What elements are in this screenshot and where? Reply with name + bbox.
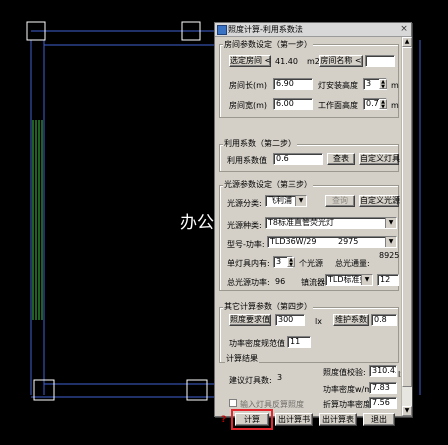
room-name-input[interactable] — [365, 55, 395, 67]
chevron-down-icon[interactable]: ▼ — [295, 196, 306, 206]
model-power-value2: 2975 — [338, 237, 359, 246]
scrollbar-thumb[interactable] — [402, 47, 412, 387]
converted-density-value[interactable]: 7.56 — [369, 397, 397, 409]
cad-room-label: 办公 — [180, 213, 214, 233]
illuminance-check-label: 照度值校验: — [323, 368, 366, 377]
illuminance-check-value[interactable]: 310.43 — [369, 365, 397, 377]
density-norm-label: 功率密度规范值 — [229, 339, 285, 348]
maintenance-factor-button[interactable]: 维护系数 — [333, 314, 369, 326]
scroll-down-icon[interactable]: ▼ — [402, 406, 412, 416]
reverse-calc-checkbox[interactable] — [229, 399, 237, 407]
illuminance-requirement-input[interactable]: 300 — [275, 314, 305, 326]
lookup-table-button[interactable]: 查表 — [327, 153, 355, 165]
lamp-count-label: 单灯具内有: — [227, 259, 270, 268]
custom-source-button[interactable]: 自定义光源 — [359, 195, 400, 207]
suggested-lamps-value: 3 — [277, 373, 283, 382]
result-title: 计算结果 — [225, 353, 259, 364]
source-type-label: 光源分类: — [227, 199, 262, 208]
total-power-value: 96 — [275, 277, 286, 286]
room-area-unit: m2 — [307, 57, 320, 66]
dialog-main: 房间参数设定（第一步） 选定房间 < 41.40 m2 房间名称 < 房间长(m… — [215, 37, 405, 430]
lamp-height-label: 灯安装高度 — [318, 81, 358, 90]
close-icon[interactable]: × — [399, 24, 409, 34]
other-params-title: 其它计算参数（第四步） — [223, 301, 313, 312]
room-length-input[interactable]: 6.90 — [273, 78, 313, 90]
total-flux-label: 总光通量: — [335, 259, 370, 268]
calculate-button-highlight — [231, 409, 273, 430]
chevron-down-icon[interactable]: ▼ — [361, 275, 372, 285]
export-calc-table-button[interactable]: 出计算表 — [319, 413, 357, 426]
room-width-label: 房间宽(m) — [229, 101, 268, 110]
illuminance-dialog: 照度计算-利用系数法 × 房间参数设定（第一步） 选定房间 < 41.40 m2… — [214, 22, 412, 430]
room-length-label: 房间长(m) — [229, 81, 268, 90]
density-norm-input[interactable]: 11 — [287, 336, 311, 348]
source-kind-value: T8标准直管荧光灯 — [268, 218, 334, 227]
ballast-extra-input[interactable]: 12 — [377, 274, 399, 286]
dialog-title: 照度计算-利用系数法 — [228, 25, 303, 34]
utilization-title: 利用系数（第二步） — [223, 138, 297, 149]
lamp-height-unit: m — [391, 81, 399, 90]
maintenance-factor-input[interactable]: 0.8 — [371, 314, 397, 326]
dialog-title-bar[interactable]: 照度计算-利用系数法 × — [215, 23, 411, 37]
lamp-count-unit: 个光源 — [299, 259, 323, 268]
query-button[interactable]: 查询 — [325, 195, 355, 207]
ballast-label: 镇流器 — [301, 278, 325, 287]
lamp-count-spinner[interactable]: ▲ ▼ — [287, 257, 295, 268]
room-width-input[interactable]: 6.00 — [273, 98, 313, 110]
utilization-input[interactable]: 0.6 — [273, 153, 323, 165]
help-icon[interactable]: ? — [221, 415, 226, 425]
light-source-title: 光源参数设定（第三步） — [223, 179, 313, 190]
ballast-select[interactable]: TLD标准型 ▼ — [325, 274, 373, 286]
illuminance-unit: lx — [315, 317, 322, 326]
room-params-title: 房间参数设定（第一步） — [223, 39, 313, 50]
source-type-select[interactable]: 飞利浦 ▼ — [265, 195, 307, 207]
select-room-button[interactable]: 选定房间 < — [229, 55, 271, 67]
export-calc-book-button[interactable]: 出计算书 — [275, 413, 313, 426]
illuminance-requirement-button[interactable]: 照度要求值 — [229, 314, 271, 326]
model-power-value: TLD36W/29 — [270, 237, 317, 246]
total-power-label: 总光源功率: — [227, 278, 270, 287]
utilization-label: 利用系数值 — [227, 156, 267, 165]
work-height-label: 工作面高度 — [318, 101, 358, 110]
dialog-content: 房间参数设定（第一步） 选定房间 < 41.40 m2 房间名称 < 房间长(m… — [215, 37, 412, 430]
source-kind-label: 光源种类: — [227, 221, 262, 230]
power-density-value[interactable]: 7.83 — [369, 382, 397, 394]
total-flux-value: 8925 — [379, 251, 400, 260]
source-type-value: 飞利浦 — [268, 196, 292, 205]
source-kind-select[interactable]: T8标准直管荧光灯 ▼ — [265, 217, 397, 229]
app-icon — [217, 25, 227, 35]
lamp-height-spinner[interactable]: ▲ ▼ — [379, 79, 387, 90]
scroll-up-icon[interactable]: ▲ — [402, 37, 412, 47]
exit-button[interactable]: 退出 — [363, 413, 395, 426]
model-power-select[interactable]: TLD36W/29 2975 ▼ — [267, 236, 397, 248]
model-power-label: 型号-功率: — [227, 240, 265, 249]
chevron-down-icon[interactable]: ▼ — [385, 237, 396, 247]
work-height-spinner[interactable]: ▲ ▼ — [379, 99, 387, 110]
converted-density-label: 折算功率密度: — [323, 400, 374, 409]
room-area-value: 41.40 — [275, 57, 298, 66]
work-height-unit: m — [391, 101, 399, 110]
suggested-lamps-label: 建议灯具数: — [229, 376, 272, 385]
room-name-button[interactable]: 房间名称 < — [319, 55, 363, 67]
custom-fixture-button[interactable]: 自定义灯具 — [359, 153, 400, 165]
chevron-down-icon[interactable]: ▼ — [385, 218, 396, 228]
dialog-scrollbar[interactable]: ▲ ▼ — [401, 37, 412, 416]
